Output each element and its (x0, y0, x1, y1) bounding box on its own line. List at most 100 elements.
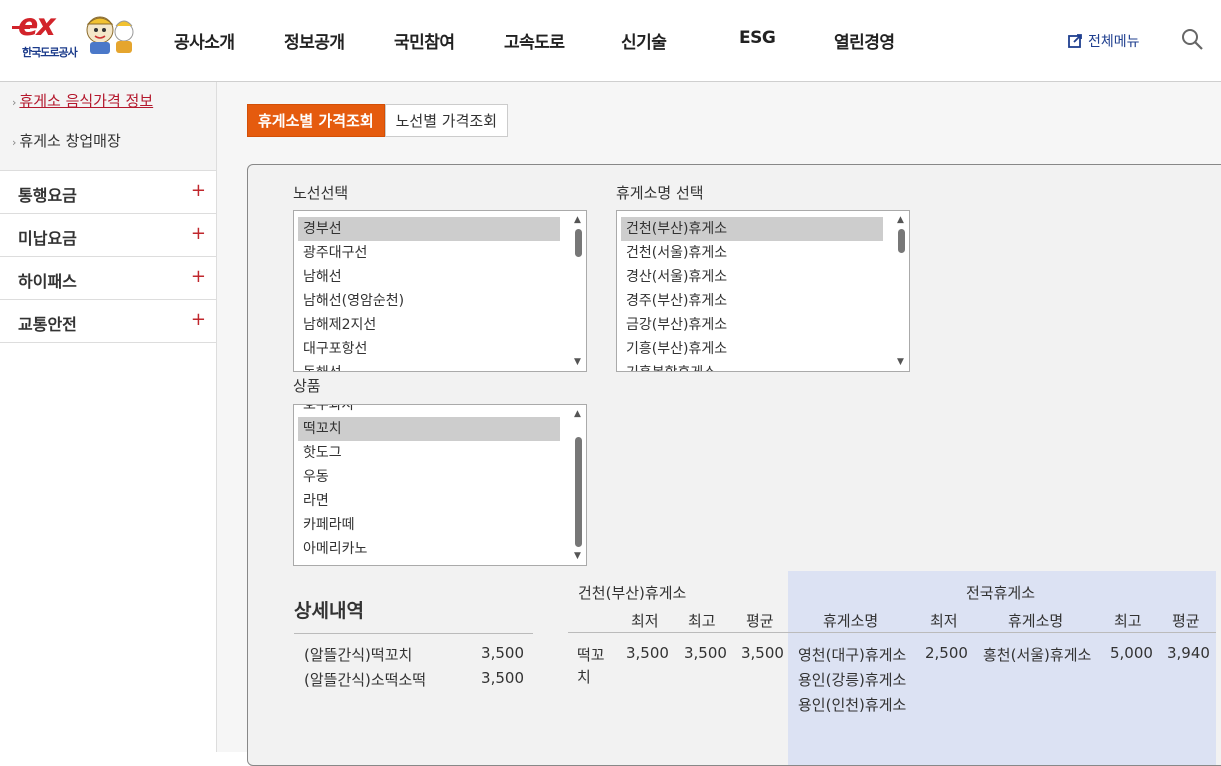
sidebar-item-startup[interactable]: › 휴게소 창업매장 (0, 130, 216, 170)
sub-menu: › 휴게소 음식가격 정보 › 휴게소 창업매장 (0, 82, 216, 171)
detail-title: 상세내역 (294, 600, 364, 622)
plus-icon: + (190, 180, 206, 201)
scrollbar[interactable]: ▲ ▼ (572, 407, 584, 563)
scrollbar[interactable]: ▲ ▼ (572, 213, 584, 369)
arrow-down-icon[interactable]: ▼ (574, 551, 581, 561)
col-natl-min-name: 휴게소명 (823, 612, 879, 630)
all-menu-button[interactable]: 전체메뉴 (1068, 31, 1140, 51)
sidebar-item-label: 휴게소 음식가격 정보 (19, 92, 154, 110)
row-max: 3,500 (684, 644, 727, 662)
sidebar-item-toll[interactable]: 통행요금 + (0, 171, 216, 214)
list-item[interactable]: 기흥(부산)휴게소 (621, 337, 883, 361)
route-listbox[interactable]: 경부선 광주대구선 남해선 남해선(영암순천) 남해제2지선 대구포항선 동해선… (293, 210, 587, 372)
route-label: 노선선택 (293, 184, 349, 202)
list-item[interactable]: 호두과자 (298, 405, 560, 417)
detail-item: (알뜰간식)떡꼬치 3,500 (304, 644, 524, 665)
list-item[interactable]: 건천(부산)휴게소 (621, 217, 883, 241)
list-item[interactable]: 카페라떼 (298, 513, 560, 537)
detail-item: (알뜰간식)소떡소떡 3,500 (304, 669, 524, 690)
sidebar-item-label: 휴게소 창업매장 (19, 132, 121, 150)
col-avg: 평균 (746, 612, 774, 630)
list-item[interactable]: 남해제2지선 (298, 313, 560, 337)
arrow-down-icon[interactable]: ▼ (574, 357, 581, 367)
external-icon (1068, 34, 1082, 48)
list-item[interactable]: 광주대구선 (298, 241, 560, 265)
sidebar-item-food-price[interactable]: › 휴게소 음식가격 정보 (0, 90, 216, 130)
list-item[interactable]: 남해선(영암순천) (298, 289, 560, 313)
tab-bar: 휴게소별 가격조회 노선별 가격조회 (247, 104, 508, 137)
sidebar-item-label: 통행요금 (18, 186, 77, 205)
search-panel: 노선선택 경부선 광주대구선 남해선 남해선(영암순천) 남해제2지선 대구포항… (247, 164, 1221, 766)
list-item[interactable]: 대구포항선 (298, 337, 560, 361)
list-item[interactable]: 우동 (298, 465, 560, 489)
tab-by-route[interactable]: 노선별 가격조회 (384, 104, 508, 137)
list-item[interactable]: 남해선 (298, 265, 560, 289)
row-natl-min-name: 용인(인천)휴게소 (798, 696, 907, 714)
scrollbar-thumb[interactable] (575, 437, 582, 547)
tab-by-rest-area[interactable]: 휴게소별 가격조회 (247, 104, 385, 137)
scrollbar[interactable]: ▲ ▼ (895, 213, 907, 369)
row-avg: 3,500 (741, 644, 784, 662)
national-header: 전국휴게소 (966, 584, 1036, 602)
sidebar-item-safety[interactable]: 교통안전 + (0, 300, 216, 343)
nav-item-participation[interactable]: 국민참여 (394, 28, 455, 53)
nav-item-technology[interactable]: 신기술 (621, 28, 667, 53)
sidebar-item-unpaid[interactable]: 미납요금 + (0, 214, 216, 257)
detail-item-price: 3,500 (481, 644, 524, 662)
col-natl-max-name: 휴게소명 (1008, 612, 1064, 630)
nav-item-about[interactable]: 공사소개 (174, 28, 235, 53)
sidebar-item-hipass[interactable]: 하이패스 + (0, 257, 216, 300)
scrollbar-thumb[interactable] (898, 229, 905, 253)
product-label: 상품 (293, 377, 321, 395)
nav-item-info[interactable]: 정보공개 (284, 28, 345, 53)
row-natl-max-name: 홍천(서울)휴게소 (983, 646, 1092, 664)
detail-item-name: (알뜰간식)떡꼬치 (304, 646, 413, 664)
site-header: ex 한국도로공사 공사소개 정보공개 국민참여 고속도로 신기술 ESG 열린… (0, 0, 1221, 82)
arrow-up-icon[interactable]: ▲ (574, 215, 581, 225)
plus-icon: + (190, 266, 206, 287)
nav-item-management[interactable]: 열린경영 (834, 28, 895, 53)
chevron-right-icon: › (12, 136, 17, 149)
list-item[interactable]: 경산(서울)휴게소 (621, 265, 883, 289)
product-listbox[interactable]: 호두과자 떡꼬치 핫도그 우동 라면 카페라떼 아메리카노 ▲ ▼ (293, 404, 587, 566)
row-natl-max: 5,000 (1110, 644, 1153, 662)
main-content: 휴게소별 가격조회 노선별 가격조회 노선선택 경부선 광주대구선 남해선 남해… (217, 82, 1221, 766)
plus-icon: + (190, 309, 206, 330)
divider (568, 632, 1216, 633)
list-item[interactable]: 떡꼬치 (298, 417, 560, 441)
detail-item-name: (알뜰간식)소떡소떡 (304, 671, 427, 689)
mascot-icon (86, 16, 134, 54)
arrow-up-icon[interactable]: ▲ (574, 409, 581, 419)
list-item[interactable]: 경부선 (298, 217, 560, 241)
nav-item-esg[interactable]: ESG (739, 28, 776, 48)
nav-item-expressway[interactable]: 고속도로 (504, 28, 565, 53)
row-product: 떡꼬치 (577, 646, 605, 686)
scrollbar-thumb[interactable] (575, 229, 582, 257)
rest-area-label: 휴게소명 선택 (616, 184, 704, 202)
row-natl-min-name: 영천(대구)휴게소 (798, 646, 907, 664)
list-item[interactable]: 기흥복합휴게소 (621, 361, 883, 371)
all-menu-label: 전체메뉴 (1088, 34, 1140, 50)
list-item[interactable]: 라면 (298, 489, 560, 513)
row-natl-min-name: 용인(강릉)휴게소 (798, 671, 907, 689)
list-item[interactable]: 핫도그 (298, 441, 560, 465)
list-item[interactable]: 경주(부산)휴게소 (621, 289, 883, 313)
arrow-down-icon[interactable]: ▼ (897, 357, 904, 367)
col-natl-min: 최저 (930, 612, 958, 630)
row-natl-min: 2,500 (925, 644, 968, 662)
col-natl-max: 최고 (1114, 612, 1142, 630)
col-max: 최고 (688, 612, 716, 630)
rest-area-listbox[interactable]: 건천(부산)휴게소 건천(서울)휴게소 경산(서울)휴게소 경주(부산)휴게소 … (616, 210, 910, 372)
sidebar: › 휴게소 음식가격 정보 › 휴게소 창업매장 통행요금 + 미납요금 + 하이패… (0, 82, 217, 752)
sidebar-item-label: 교통안전 (18, 315, 77, 334)
list-item[interactable]: 동해선 (298, 361, 560, 371)
chevron-right-icon: › (12, 96, 17, 109)
list-item[interactable]: 건천(서울)휴게소 (621, 241, 883, 265)
logo[interactable]: ex 한국도로공사 (12, 8, 140, 68)
list-item[interactable]: 금강(부산)휴게소 (621, 313, 883, 337)
col-natl-avg: 평균 (1172, 612, 1200, 630)
list-item[interactable]: 아메리카노 (298, 537, 560, 561)
search-icon[interactable] (1180, 27, 1204, 51)
sidebar-item-label: 하이패스 (18, 272, 77, 291)
arrow-up-icon[interactable]: ▲ (897, 215, 904, 225)
